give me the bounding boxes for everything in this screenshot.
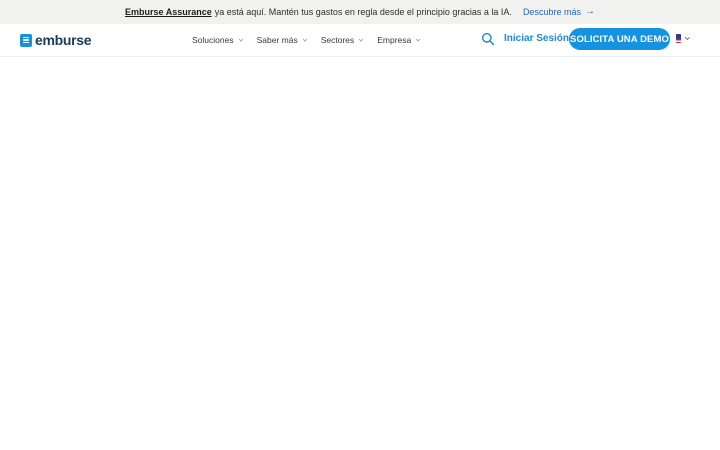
menu-item-empresa[interactable]: Empresa <box>377 35 421 45</box>
menu-item-label: Empresa <box>377 35 412 45</box>
chevron-down-icon <box>358 38 364 42</box>
login-link[interactable]: Iniciar Sesión <box>504 33 569 44</box>
menu-item-label: Sectores <box>320 35 355 45</box>
logo-wordmark: emburse <box>35 32 92 48</box>
announcement-bar: Emburse Assurance ya está aquí. Mantén t… <box>0 0 720 24</box>
menu-item-label: Soluciones <box>192 35 234 45</box>
menu-item-label: Saber más <box>256 35 298 45</box>
request-demo-button[interactable]: SOLICITA UNA DEMO <box>569 28 670 50</box>
language-selector[interactable] <box>676 34 691 43</box>
arrow-right-icon: → <box>584 6 595 17</box>
chevron-down-icon <box>685 37 691 41</box>
announcement-message: ya está aquí. Mantén tus gastos en regla… <box>214 7 512 17</box>
menu-item-soluciones[interactable]: Soluciones <box>192 35 244 45</box>
chevron-down-icon <box>238 38 243 42</box>
discover-more-label: Descubre más <box>522 7 581 17</box>
chevron-down-icon <box>302 38 307 42</box>
menu-item-saber-mas[interactable]: Saber más <box>257 35 308 45</box>
emburse-logo-mark-icon <box>20 33 32 47</box>
emburse-logo[interactable]: emburse <box>20 32 92 48</box>
menu-item-sectores[interactable]: Sectores <box>321 35 365 45</box>
main-navigation: emburse Soluciones Saber más Sectores Em… <box>0 24 720 57</box>
chevron-down-icon <box>415 38 421 42</box>
search-icon[interactable] <box>481 32 495 46</box>
page-content-area <box>0 57 720 450</box>
discover-more-link[interactable]: Descubre más → <box>522 6 595 18</box>
us-flag-icon <box>676 34 682 43</box>
primary-menu: Soluciones Saber más Sectores Empresa <box>192 24 421 56</box>
announcement-brand-link[interactable]: Emburse Assurance <box>125 7 212 17</box>
